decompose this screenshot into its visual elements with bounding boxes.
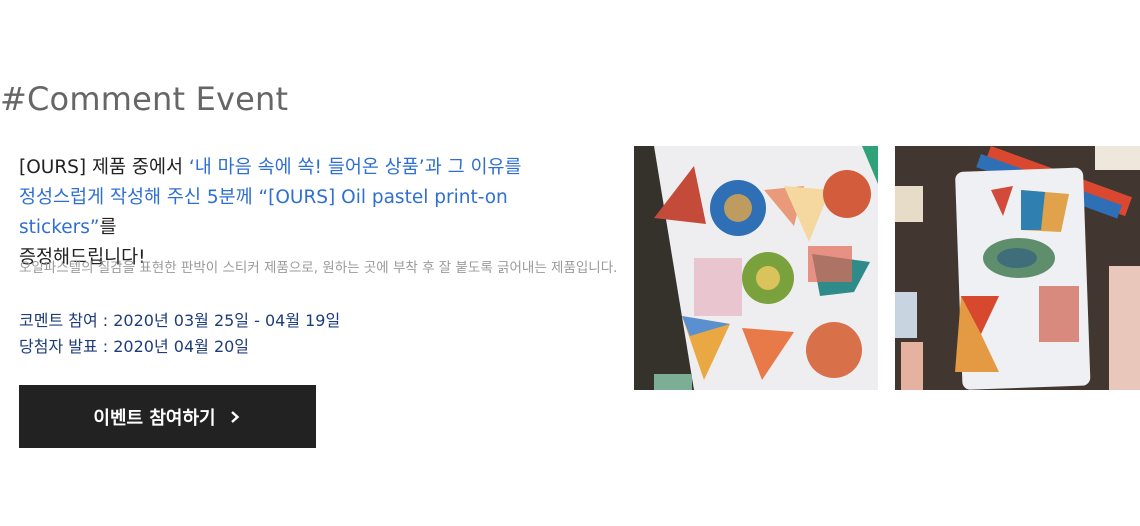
sticker-on-paper-photo bbox=[895, 146, 1140, 390]
sticker-sheet-photo bbox=[634, 146, 878, 390]
intro-prefix: [OURS] 제품 중에서 bbox=[19, 157, 189, 178]
section-title: #Comment Event bbox=[0, 80, 289, 118]
intro-suffix: 를 bbox=[99, 217, 117, 238]
join-event-label: 이벤트 참여하기 bbox=[93, 407, 216, 429]
event-schedule: 코멘트 참여 : 2020년 03월 25일 - 04월 19일 당첨자 발표 … bbox=[19, 308, 340, 360]
comment-period: 코멘트 참여 : 2020년 03월 25일 - 04월 19일 bbox=[19, 311, 341, 330]
product-description: 오일파스텔의 질감을 표현한 판박이 스티커 제품으로, 원하는 곳에 부착 후… bbox=[19, 260, 618, 276]
event-intro: [OURS] 제품 중에서 ‘내 마음 속에 쏙! 들어온 상품’과 그 이유를… bbox=[19, 153, 609, 273]
announcement-date: 당첨자 발표 : 2020년 04월 20일 bbox=[19, 337, 250, 356]
intro-highlight-2: 정성스럽게 작성해 주신 5분께 “[OURS] Oil pastel prin… bbox=[19, 187, 508, 238]
intro-line-1: [OURS] 제품 중에서 ‘내 마음 속에 쏙! 들어온 상품’과 그 이유를 bbox=[19, 153, 609, 183]
join-event-button[interactable]: 이벤트 참여하기 bbox=[19, 385, 316, 448]
intro-line-2: 정성스럽게 작성해 주신 5분께 “[OURS] Oil pastel prin… bbox=[19, 183, 609, 243]
chevron-right-icon bbox=[228, 410, 242, 424]
intro-highlight-1: ‘내 마음 속에 쏙! 들어온 상품’과 그 이유를 bbox=[188, 157, 522, 178]
